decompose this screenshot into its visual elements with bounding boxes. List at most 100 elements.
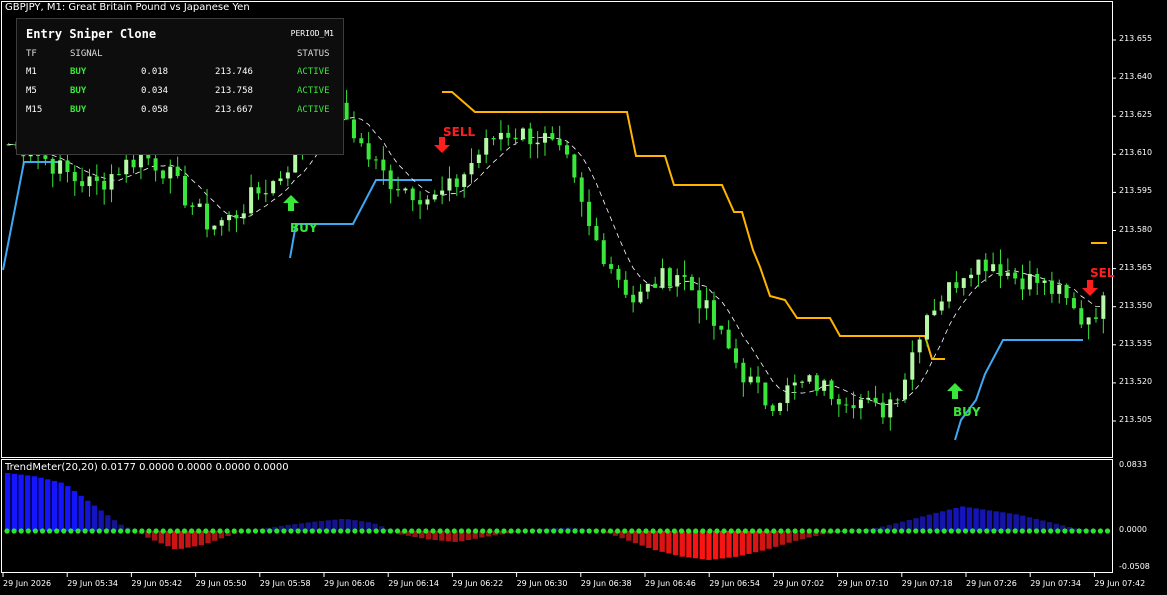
candle-body [109, 174, 114, 190]
histogram-bar-positive [933, 512, 939, 531]
histogram-bar-negative [753, 531, 759, 553]
time-tick-label: 29 Jun 05:50 [195, 579, 247, 588]
candle-body [278, 178, 283, 182]
entry-sniper-panel: Entry Sniper Clone PERIOD_M1 TF SIGNAL S… [16, 18, 344, 155]
candle-body [131, 159, 136, 168]
candle-body [910, 352, 915, 380]
zero-line-dot [884, 528, 891, 534]
zero-line-dot [1083, 528, 1089, 534]
candle-body [932, 310, 937, 316]
candle-body [579, 177, 584, 202]
candle-body [462, 174, 467, 187]
histogram-bar-negative [192, 531, 198, 547]
time-tick-label: 29 Jun 07:10 [837, 579, 889, 588]
zero-line-dot [643, 528, 649, 534]
histogram-bar-positive [953, 508, 959, 531]
zero-line-dot [934, 528, 940, 534]
candle-body [961, 278, 966, 288]
row-status: ACTIVE [297, 86, 330, 96]
price-tick-label: 213.580 [1119, 224, 1153, 234]
candle-body [94, 176, 99, 181]
candle-body [285, 172, 290, 179]
zero-line-dot [536, 528, 543, 534]
zero-line-dot [991, 528, 997, 534]
zero-line-dot [61, 528, 67, 534]
zero-line-dot [551, 528, 557, 534]
candle-body [432, 194, 437, 200]
zero-line-dot [735, 528, 741, 534]
candle-body [256, 187, 261, 194]
candle-body [697, 290, 702, 309]
candle-body [498, 132, 503, 140]
histogram-bar-positive [966, 507, 973, 531]
candle-body [822, 380, 827, 391]
candle-body [954, 282, 959, 288]
histogram-bar-positive [986, 510, 993, 531]
candle-body [469, 162, 474, 175]
zero-line-dot [657, 528, 663, 534]
candle-body [631, 294, 636, 303]
zero-line-dot [366, 528, 372, 534]
histogram-bar-positive [5, 473, 11, 531]
price-tick-label: 213.565 [1119, 262, 1153, 272]
histogram-bar-positive [973, 508, 979, 531]
candle-body [873, 397, 878, 403]
zero-line-dot [245, 528, 251, 534]
candle-body [1093, 317, 1098, 319]
candle-body [506, 132, 511, 138]
histogram-bar-positive [71, 490, 78, 531]
zero-line-dot [473, 528, 479, 534]
zero-line-dot [373, 528, 379, 534]
candle-body [535, 142, 540, 145]
zero-line-dot [409, 528, 415, 534]
zero-line-dot [430, 528, 436, 534]
histogram-bar-positive [940, 511, 946, 531]
row-signal: BUY [70, 105, 87, 115]
histogram-bar-positive [1006, 513, 1013, 531]
zero-line-dot [586, 528, 592, 534]
candle-body [925, 315, 930, 340]
candle-body [227, 214, 232, 221]
zero-line-dot [47, 528, 53, 534]
candle-body [667, 268, 672, 287]
indicator-title: TrendMeter(20,20) 0.0177 0.0000 0.0000 0… [5, 462, 289, 473]
zero-line-dot [345, 528, 351, 534]
candle-body [403, 188, 408, 191]
histogram-bar-positive [980, 509, 986, 531]
price-tick-label: 213.505 [1119, 415, 1153, 424]
zero-line-dot [955, 528, 962, 534]
zero-line-dot [820, 528, 827, 534]
zero-line-dot [778, 528, 784, 534]
candle-body [829, 380, 834, 399]
moving-average-line [8, 117, 1104, 406]
candle-body [895, 399, 900, 401]
candle-body [359, 138, 364, 144]
candle-body [1086, 317, 1091, 325]
zero-line-dot [281, 528, 287, 534]
candle-body [182, 175, 187, 206]
buy-signal-label: BUY [290, 221, 318, 235]
zero-line-dot [18, 528, 24, 534]
zero-line-dot [68, 528, 74, 534]
candle-body [72, 172, 77, 182]
price-tick-label: 213.535 [1119, 338, 1153, 348]
candle-body [241, 213, 246, 219]
zero-line-dot [96, 528, 102, 534]
candle-body [726, 329, 731, 349]
candle-body [1079, 308, 1084, 325]
zero-line-dot [402, 528, 408, 534]
zero-line-dot [664, 528, 670, 534]
zero-line-dot [494, 528, 500, 534]
candle-body [153, 158, 158, 171]
zero-line-dot [1041, 528, 1047, 534]
candle-body [102, 180, 107, 190]
histogram-bar-positive [946, 509, 953, 531]
zero-line-dot [849, 528, 855, 534]
zero-line-dot [338, 528, 344, 534]
candle-body [168, 166, 173, 179]
indicator-pane-border [1, 459, 1113, 573]
zero-line-dot [11, 528, 17, 534]
zero-line-dot [387, 528, 393, 534]
zero-line-dot [167, 528, 173, 534]
time-tick-label: 29 Jun 07:42 [1094, 579, 1146, 588]
